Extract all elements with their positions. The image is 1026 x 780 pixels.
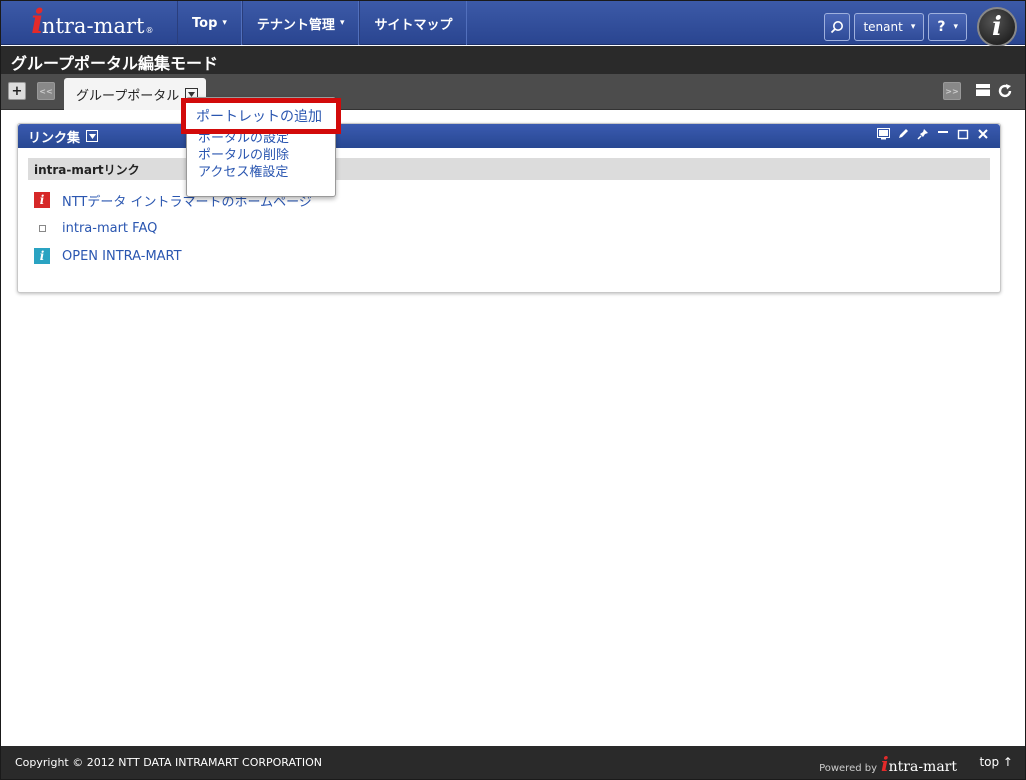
nav-item-label: Top — [192, 15, 218, 31]
next-icon: >> — [945, 86, 959, 96]
portlet-view-icon[interactable] — [876, 128, 890, 144]
portlet-header-icons — [876, 128, 990, 144]
menu-item-delete-portal[interactable]: ポータルの削除 — [187, 147, 335, 164]
list-item[interactable]: intra-mart FAQ — [34, 214, 1000, 242]
portal-content-area: リンク集 intra-martリンク i NTTデータ イントラマートのホームペ… — [1, 111, 1025, 746]
list-item[interactable]: i NTTデータ イントラマートのホームページ — [34, 186, 1000, 214]
triangle-down-icon — [188, 91, 196, 97]
footer-logo-mark: i — [881, 752, 889, 776]
copyright-text: Copyright © 2012 NTT DATA INTRAMART CORP… — [15, 756, 323, 769]
pencil-icon[interactable] — [896, 128, 910, 144]
chevron-down-icon: ▾ — [339, 18, 345, 28]
tab-label: グループポータル — [76, 88, 180, 104]
prev-tab-button[interactable]: << — [37, 82, 55, 100]
help-menu-button[interactable]: ? ▾ — [928, 13, 967, 41]
link-section-header: intra-martリンク — [28, 158, 990, 180]
nav-item-top[interactable]: Top ▾ — [177, 1, 242, 45]
footer: Copyright © 2012 NTT DATA INTRAMART CORP… — [1, 746, 1025, 779]
avatar-logo-mark: i — [992, 12, 1002, 42]
avatar[interactable]: i — [977, 7, 1017, 47]
next-tab-button[interactable]: >> — [943, 82, 961, 100]
tab-group-portal[interactable]: グループポータル — [64, 78, 206, 110]
menu-item-portal-settings[interactable]: ポータルの設定 — [187, 130, 335, 147]
browser-frame: i ntra-mart ® Top ▾ テナント管理 ▾ サイトマップ tena… — [1, 1, 1025, 779]
layout-toggle-button[interactable] — [975, 83, 991, 97]
intra-mart-logo[interactable]: i ntra-mart ® — [31, 5, 154, 39]
mode-header: グループポータル編集モード — [1, 46, 1025, 74]
portlet-link-collection: リンク集 intra-martリンク i NTTデータ イントラマートのホームペ… — [17, 123, 1001, 293]
list-item[interactable]: i OPEN INTRA-MART — [34, 242, 1000, 270]
link-label[interactable]: intra-mart FAQ — [62, 221, 157, 236]
nav-item-label: テナント管理 — [256, 17, 335, 33]
intra-mart-teal-icon: i — [34, 248, 50, 264]
triangle-down-icon — [88, 133, 96, 139]
chevron-down-icon: ▾ — [910, 22, 916, 32]
portlet-header: リンク集 — [18, 124, 1000, 148]
prev-icon: << — [39, 86, 53, 96]
refresh-icon — [998, 84, 1012, 98]
add-tab-button[interactable]: + — [8, 82, 26, 100]
chevron-down-icon: ▾ — [222, 18, 227, 28]
main-menu: Top ▾ テナント管理 ▾ サイトマップ — [177, 1, 468, 45]
logo-registered-mark: ® — [145, 26, 154, 35]
nav-right-controls: tenant ▾ ? ▾ i — [824, 7, 1017, 47]
chevron-down-icon: ▾ — [953, 22, 958, 32]
top-navigation-bar: i ntra-mart ® Top ▾ テナント管理 ▾ サイトマップ tena… — [1, 1, 1025, 47]
intra-mart-red-icon: i — [34, 192, 50, 208]
close-icon[interactable] — [976, 128, 990, 144]
portlet-menu-toggle[interactable] — [86, 130, 99, 142]
maximize-icon[interactable] — [956, 128, 970, 144]
powered-by-logo: Powered by i ntra-mart — [819, 752, 957, 776]
portal-tab-bar: + << グループポータル >> — [1, 74, 1025, 110]
nav-item-label: サイトマップ — [374, 17, 453, 33]
help-label: ? — [937, 19, 946, 35]
plus-icon: + — [11, 83, 23, 99]
user-name: tenant — [863, 20, 903, 34]
square-bullet-icon — [34, 220, 50, 236]
menu-item-access-settings[interactable]: アクセス権設定 — [187, 164, 335, 181]
back-to-top-link[interactable]: top ↑ — [979, 755, 1013, 769]
powered-by-label: Powered by — [819, 763, 878, 774]
pin-icon[interactable] — [916, 128, 930, 144]
link-list: i NTTデータ イントラマートのホームページ intra-mart FAQ i… — [34, 186, 1000, 270]
portlet-title: リンク集 — [28, 130, 81, 146]
minimize-icon[interactable] — [936, 128, 950, 144]
page-title: グループポータル編集モード — [11, 54, 219, 73]
refresh-button[interactable] — [997, 83, 1013, 99]
search-button[interactable] — [824, 13, 851, 41]
footer-logo-text: ntra-mart — [888, 759, 957, 775]
nav-item-tenant-admin[interactable]: テナント管理 ▾ — [241, 1, 360, 45]
logo-text: ntra-mart — [41, 14, 145, 38]
user-menu-button[interactable]: tenant ▾ — [854, 13, 925, 41]
nav-item-sitemap[interactable]: サイトマップ — [359, 1, 468, 45]
layout-icon — [976, 84, 990, 96]
link-label[interactable]: OPEN INTRA-MART — [62, 249, 182, 264]
menu-item-add-portlet[interactable]: ポートレットの追加 — [196, 106, 322, 126]
search-icon — [831, 21, 844, 34]
